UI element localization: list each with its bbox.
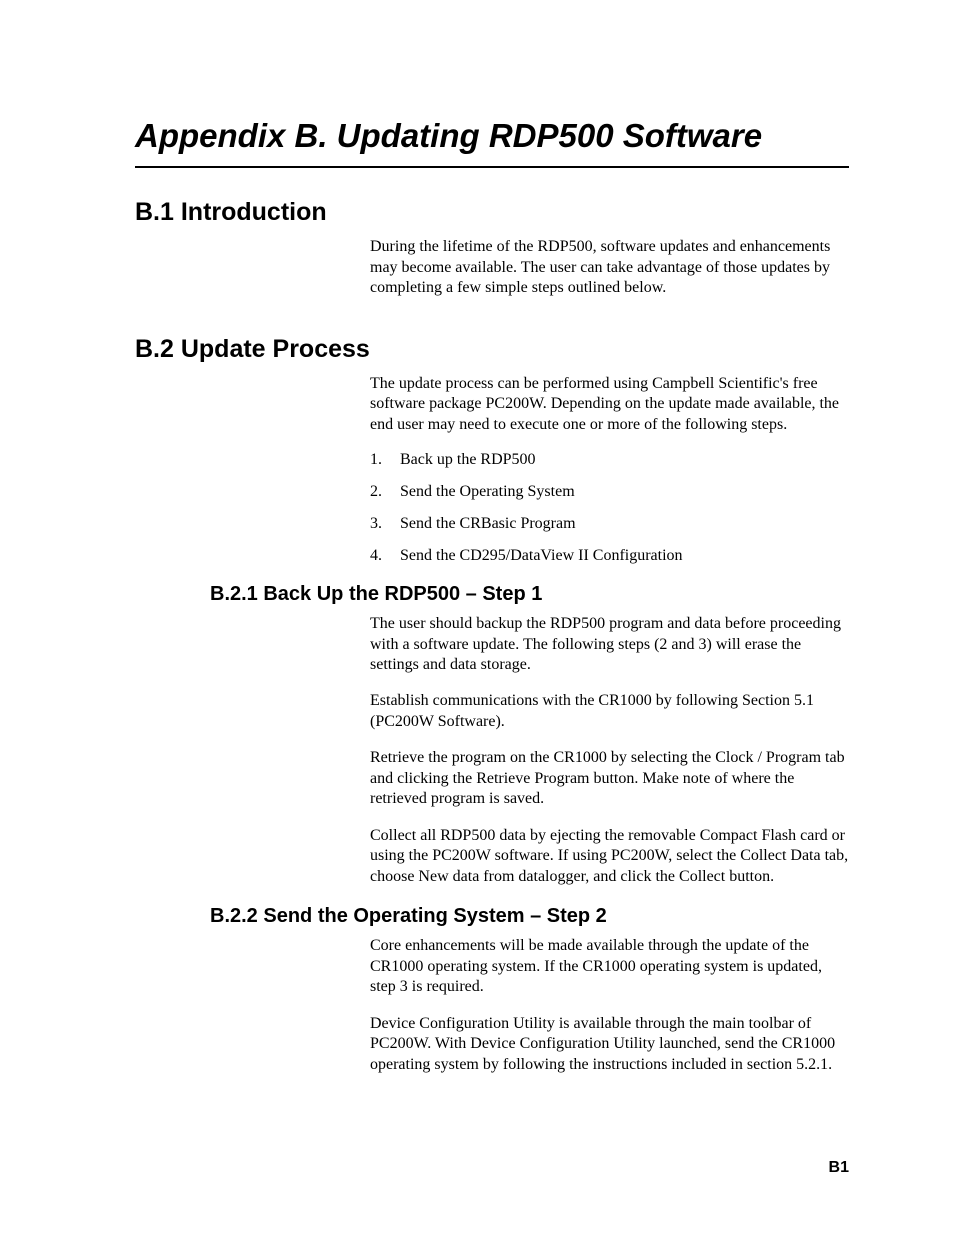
list-item: 2. Send the Operating System	[370, 483, 849, 501]
list-text: Send the CRBasic Program	[400, 515, 576, 533]
list-num: 3.	[370, 515, 400, 533]
list-num: 2.	[370, 483, 400, 501]
section-b22-p1: Core enhancements will be made available…	[370, 936, 849, 997]
page-number: B1	[829, 1159, 849, 1177]
appendix-title: Appendix B. Updating RDP500 Software	[135, 115, 849, 168]
section-b21-heading: B.2.1 Back Up the RDP500 – Step 1	[210, 583, 849, 606]
list-text: Send the Operating System	[400, 483, 575, 501]
list-item: 1. Back up the RDP500	[370, 451, 849, 469]
section-b21-p2: Establish communications with the CR1000…	[370, 691, 849, 732]
list-text: Send the CD295/DataView II Configuration	[400, 547, 683, 565]
section-b21-p3: Retrieve the program on the CR1000 by se…	[370, 748, 849, 809]
section-b1-heading: B.1 Introduction	[135, 198, 849, 227]
list-num: 4.	[370, 547, 400, 565]
section-b22-p2: Device Configuration Utility is availabl…	[370, 1014, 849, 1075]
section-b22-heading: B.2.2 Send the Operating System – Step 2	[210, 905, 849, 928]
list-num: 1.	[370, 451, 400, 469]
list-item: 3. Send the CRBasic Program	[370, 515, 849, 533]
section-b2-paragraph: The update process can be performed usin…	[370, 374, 849, 435]
list-text: Back up the RDP500	[400, 451, 536, 469]
section-b21-p1: The user should backup the RDP500 progra…	[370, 614, 849, 675]
update-steps-list: 1. Back up the RDP500 2. Send the Operat…	[370, 451, 849, 565]
section-b1-paragraph: During the lifetime of the RDP500, softw…	[370, 237, 849, 298]
list-item: 4. Send the CD295/DataView II Configurat…	[370, 547, 849, 565]
page-content: Appendix B. Updating RDP500 Software B.1…	[0, 0, 954, 1151]
section-b21-p4: Collect all RDP500 data by ejecting the …	[370, 826, 849, 887]
section-b2-heading: B.2 Update Process	[135, 335, 849, 364]
spacer	[135, 315, 849, 335]
